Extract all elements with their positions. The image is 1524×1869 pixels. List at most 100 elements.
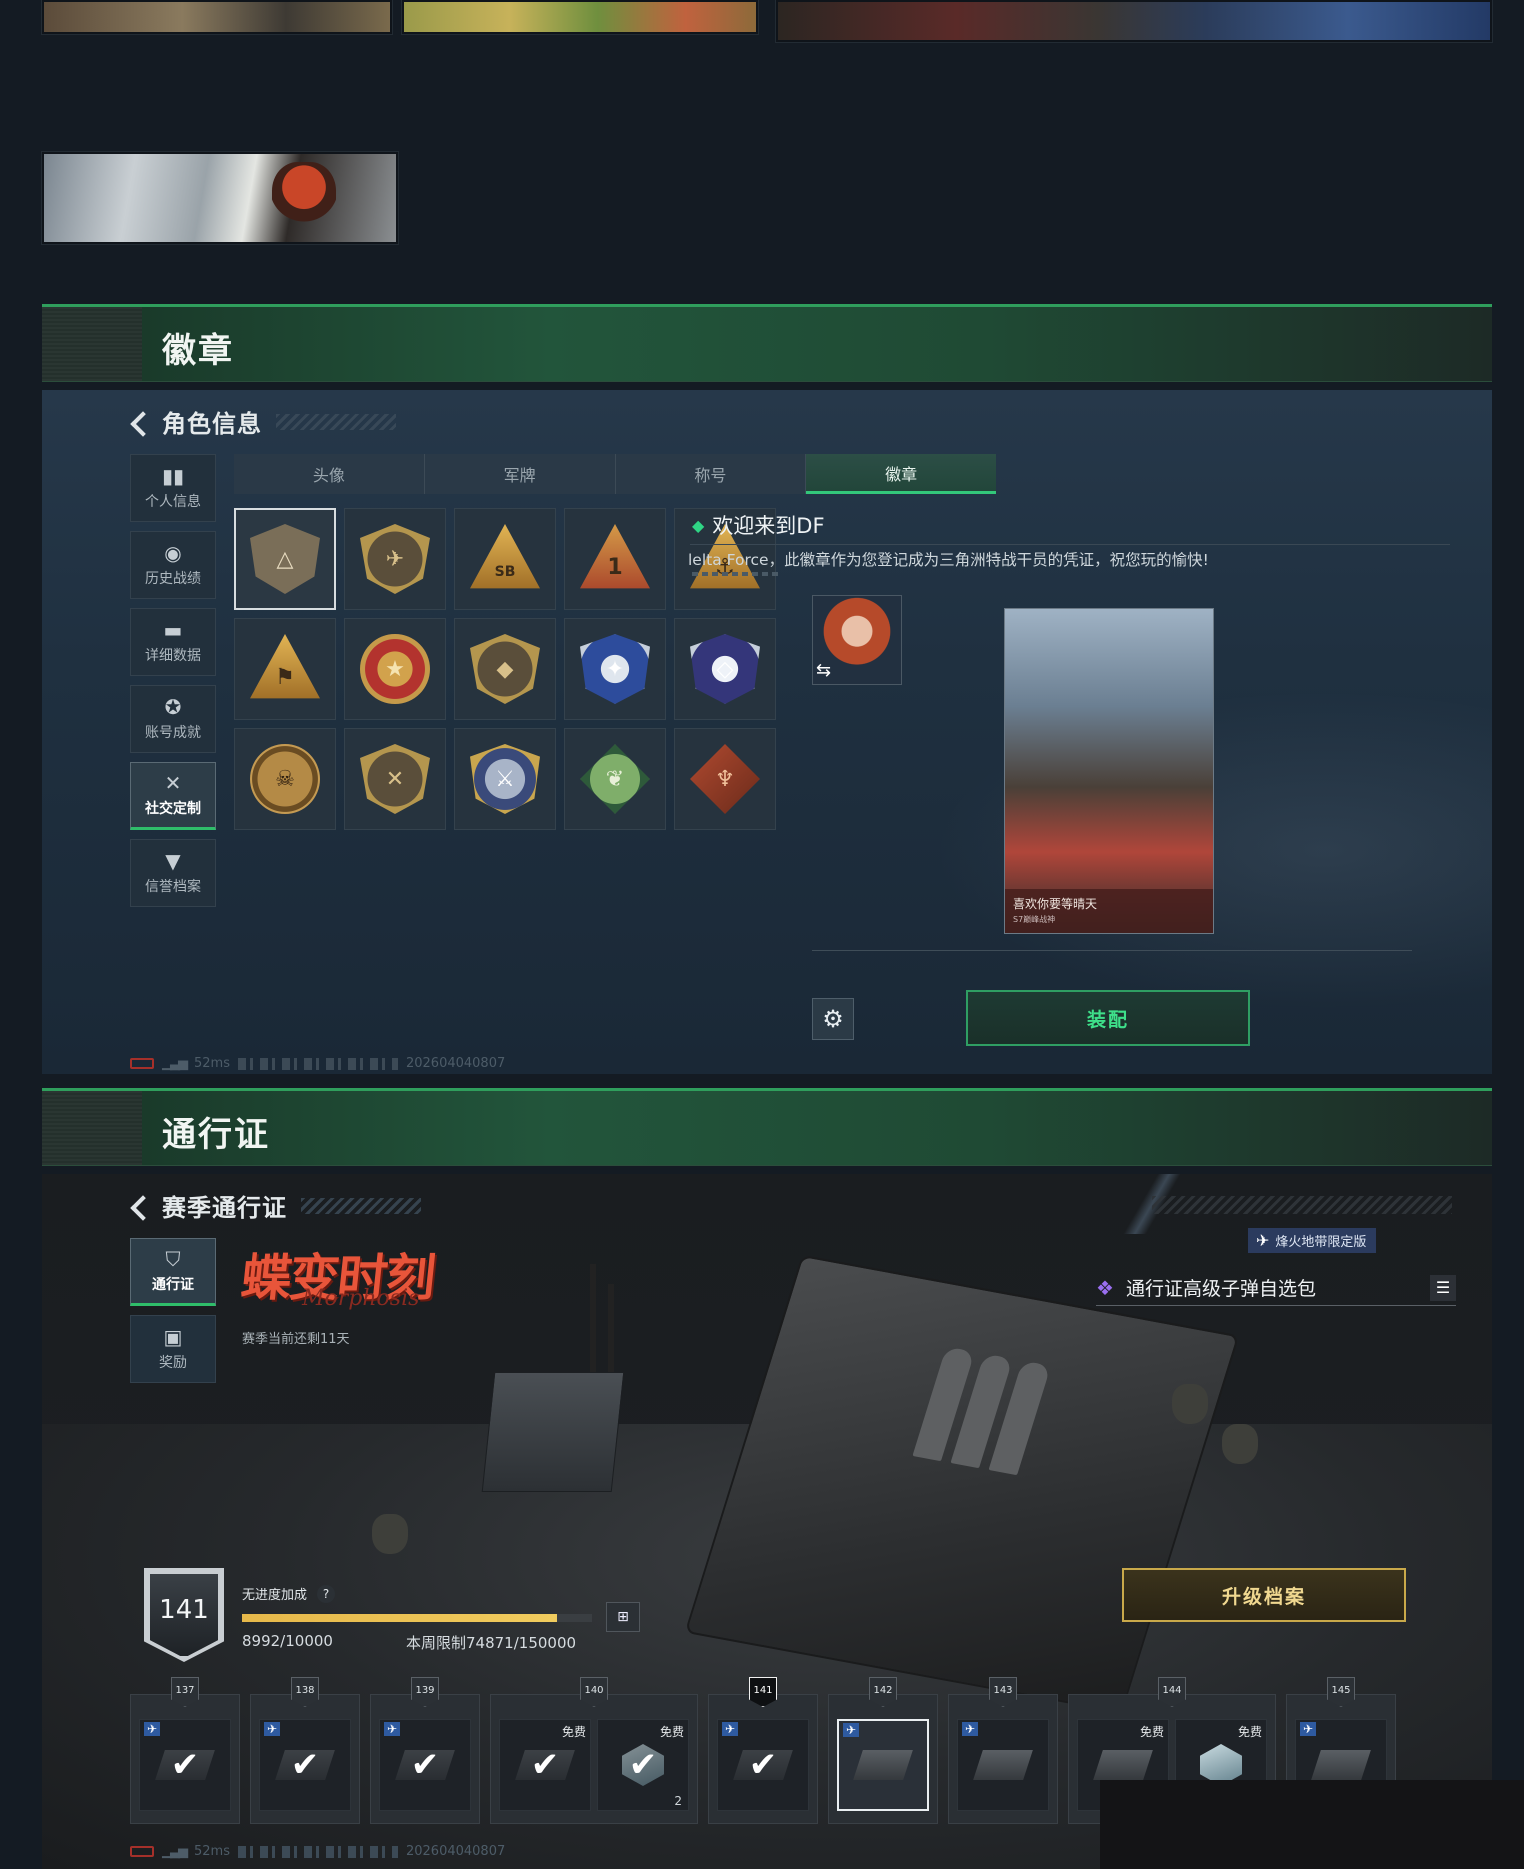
character-card: 喜欢你要等晴天 S7巅峰战神	[1004, 608, 1214, 934]
sidebar-item-label: 账号成就	[145, 725, 201, 741]
folder-icon: ▬	[163, 618, 183, 642]
section-title: 徽章	[162, 331, 234, 371]
radio-prop-image	[481, 1372, 625, 1492]
status-bar: ▁▃▅ 52ms 202604040807	[130, 1056, 505, 1071]
reward-title: 通行证高级子弹自选包	[1125, 1278, 1316, 1300]
tab-dogtag[interactable]: 军牌	[425, 454, 616, 494]
reward-item[interactable]: 免费 ✔ 2	[597, 1719, 689, 1811]
reward-item[interactable]: ✈ ✔	[259, 1719, 351, 1811]
xp-progress-bar	[242, 1614, 592, 1622]
gear-icon[interactable]: ⚙	[812, 998, 854, 1040]
badge-cell[interactable]: ♆	[674, 728, 776, 830]
check-icon: ✔	[410, 1745, 440, 1785]
free-label: 免费	[1139, 1725, 1164, 1739]
tab-title[interactable]: 称号	[616, 454, 807, 494]
sidebar-item-label: 详细数据	[145, 648, 201, 664]
bar-chart-icon: ▮▮	[161, 464, 184, 488]
rank-one-badge-icon: 1	[580, 524, 650, 589]
check-icon: ✔	[530, 1745, 560, 1785]
blue-star-badge-icon: ✦	[580, 634, 650, 704]
helicopter-icon: ✈	[722, 1722, 739, 1736]
tier-slot: 138 ✈ ✔	[250, 1677, 360, 1824]
badge-cell[interactable]: ✈	[344, 508, 446, 610]
credit-icon: ▼	[165, 849, 181, 873]
badge-cell[interactable]: ⚔	[454, 728, 556, 830]
help-icon[interactable]: ?	[317, 1584, 336, 1603]
badge-cell[interactable]: △	[234, 508, 336, 610]
tier-slot: 139 ✈ ✔	[370, 1677, 480, 1824]
tab-bar: 头像 军牌 称号 徽章	[234, 454, 996, 494]
crate-item-image	[853, 1750, 913, 1780]
tier-number: 144	[1158, 1677, 1186, 1707]
list-icon[interactable]: ☰	[1430, 1274, 1456, 1301]
sidebar-item-label: 通行证	[152, 1277, 194, 1293]
limited-edition-tag: ✈ 烽火地带限定版	[1248, 1228, 1377, 1253]
check-icon: ✔	[628, 1745, 658, 1785]
diamond-cluster-icon: ❖	[1096, 1275, 1114, 1300]
swap-icon[interactable]: ⇆	[816, 660, 831, 681]
reward-item[interactable]: ✈	[957, 1719, 1049, 1811]
badge-cell[interactable]: ★	[344, 618, 446, 720]
sidebar-item-credit[interactable]: ▼ 信誉档案	[130, 839, 216, 907]
section-header-badges: 徽章	[42, 304, 1492, 382]
tier-number: 142	[869, 1677, 897, 1707]
back-nav[interactable]: 角色信息	[130, 404, 396, 439]
tier-number: 140	[580, 1677, 608, 1707]
badge-cell[interactable]: ❦	[564, 728, 666, 830]
card-subcaption: S7巅峰战神	[1013, 915, 1056, 924]
reward-item[interactable]: ✈ ✔	[139, 1719, 231, 1811]
df-welcome-badge-icon: △	[250, 524, 320, 594]
back-nav[interactable]: 赛季通行证	[130, 1188, 421, 1223]
reward-item[interactable]: ✈	[837, 1719, 929, 1811]
badge-cell[interactable]: ◇	[674, 618, 776, 720]
sb-badge-icon: SB	[470, 524, 540, 589]
helicopter-icon: ✈	[843, 1723, 860, 1737]
badge-cell[interactable]: ☠	[234, 728, 336, 830]
badge-cell[interactable]: ✦	[564, 618, 666, 720]
badge-cell[interactable]: ◆	[454, 618, 556, 720]
section-title: 通行证	[162, 1115, 270, 1155]
sidebar-item-rewards[interactable]: ▣ 奖励	[130, 1315, 216, 1383]
sidebar-nav: ⛉ 通行证 ▣ 奖励	[130, 1238, 216, 1392]
signal-icon: ▁▃▅	[162, 1844, 188, 1859]
sidebar-item-pass[interactable]: ⛉ 通行证	[130, 1238, 216, 1306]
badge-cell[interactable]: ✕	[344, 728, 446, 830]
battery-icon	[130, 1846, 154, 1857]
back-arrow-icon[interactable]	[130, 1195, 148, 1217]
badge-cell[interactable]: ⚑	[234, 618, 336, 720]
upgrade-button[interactable]: 升级档案	[1122, 1568, 1406, 1622]
check-icon: ✔	[748, 1745, 778, 1785]
sidebar-item-history[interactable]: ◉ 历史战绩	[130, 531, 216, 599]
sidebar-item-details[interactable]: ▬ 详细数据	[130, 608, 216, 676]
tab-avatar[interactable]: 头像	[234, 454, 425, 494]
banner-image-4	[42, 152, 398, 244]
sidebar-item-achievements[interactable]: ✪ 账号成就	[130, 685, 216, 753]
history-icon: ◉	[164, 541, 182, 565]
tier-number: 141	[749, 1677, 777, 1707]
reward-item[interactable]: ✈ ✔	[717, 1719, 809, 1811]
equip-button[interactable]: 装配	[966, 990, 1250, 1046]
sidebar-item-personal-info[interactable]: ▮▮ 个人信息	[130, 454, 216, 522]
reward-item[interactable]: 免费 ✔	[499, 1719, 591, 1811]
sidebar-item-label: 社交定制	[145, 801, 201, 817]
eagle-badge-icon: ❦	[580, 744, 650, 814]
tab-badge[interactable]: 徽章	[806, 454, 996, 494]
build-text: 202604040807	[405, 1056, 506, 1071]
season-logo-sub: Morphosis	[302, 1286, 420, 1311]
back-arrow-icon[interactable]	[130, 411, 148, 433]
badge-cell[interactable]: 1	[564, 508, 666, 610]
reward-item[interactable]: ✈ ✔	[379, 1719, 471, 1811]
badge-cell[interactable]: SB	[454, 508, 556, 610]
helicopter-icon: ✈	[264, 1722, 281, 1736]
star-medal-badge-icon: ★	[360, 634, 430, 704]
boost-card-icon[interactable]: ⊞	[606, 1602, 640, 1632]
ping-text: 52ms	[194, 1844, 230, 1859]
skull-target-badge-icon: ☠	[250, 744, 320, 814]
gift-icon: ▣	[163, 1325, 183, 1349]
badge-name: 欢迎来到DF	[712, 514, 825, 538]
helicopter-icon: ✈	[962, 1722, 979, 1736]
sidebar-item-social-custom[interactable]: ✕ 社交定制	[130, 762, 216, 830]
free-label: 免费	[561, 1725, 586, 1739]
ping-text: 52ms	[194, 1056, 230, 1071]
sidebar-nav: ▮▮ 个人信息 ◉ 历史战绩 ▬ 详细数据 ✪ 账号成就 ✕ 社交定制 ▼ 信誉…	[130, 454, 216, 916]
